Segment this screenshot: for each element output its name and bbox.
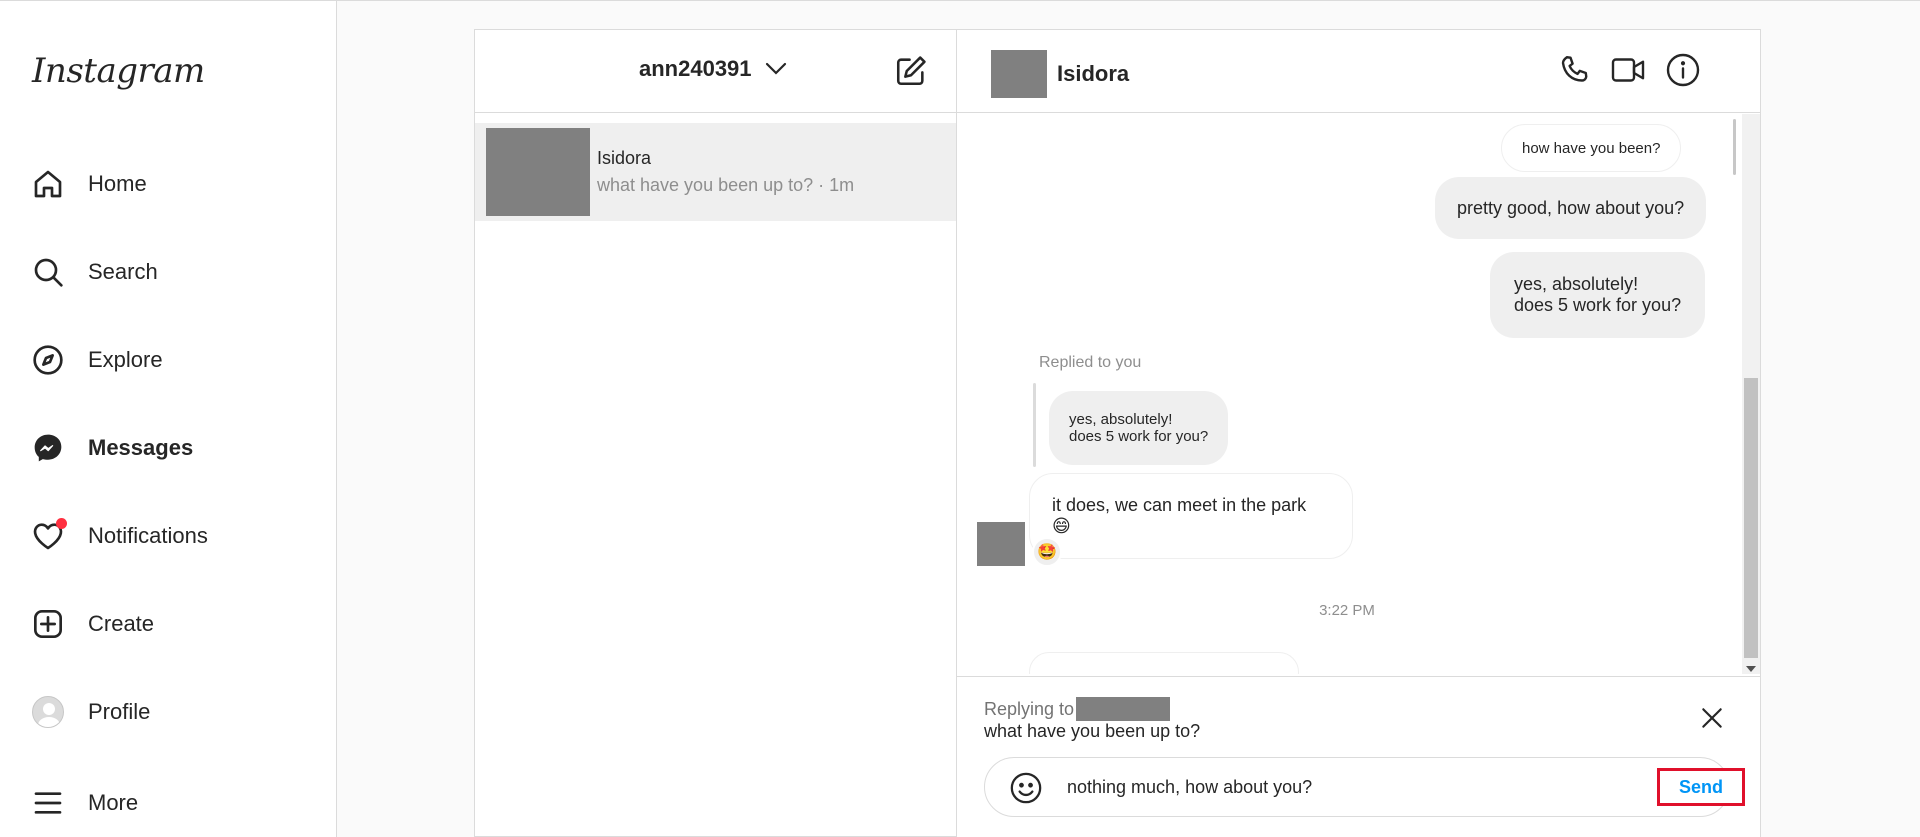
nav-messages-label: Messages — [88, 435, 194, 460]
nav-more[interactable]: More — [30, 775, 320, 831]
thread-preview: what have you been up to? · 1m — [597, 175, 855, 195]
thread-name: Isidora — [597, 148, 652, 168]
message-reaction[interactable]: 🤩 — [1032, 537, 1062, 567]
nav-profile[interactable]: Profile — [30, 684, 320, 740]
message-bubble-partial — [1029, 652, 1299, 674]
nav-profile-label: Profile — [88, 699, 151, 724]
reply-quote-bar — [1033, 383, 1036, 467]
thread-item[interactable]: Isidora what have you been up to? · 1m — [475, 123, 956, 221]
message-emoji: 😄 — [1052, 516, 1071, 536]
heart-icon — [30, 518, 67, 554]
message-line: yes, absolutely! — [1514, 274, 1639, 294]
thread-avatar — [486, 128, 590, 216]
cancel-reply-button[interactable] — [1699, 705, 1725, 736]
account-switcher[interactable]: ann240391 — [639, 56, 788, 82]
scrollbar[interactable] — [1742, 114, 1760, 674]
message-bubble-outgoing[interactable]: pretty good, how about you? — [1435, 177, 1707, 239]
nav-explore-label: Explore — [88, 347, 163, 372]
nav-create-label: Create — [88, 611, 155, 636]
home-icon — [30, 166, 66, 202]
nav-search[interactable]: Search — [30, 244, 320, 300]
nav-explore[interactable]: Explore — [30, 332, 320, 388]
quoted-line: yes, absolutely! — [1069, 411, 1173, 428]
replying-to-message: what have you been up to? — [984, 721, 1201, 741]
message-text: pretty good, how about you? — [1457, 197, 1685, 218]
conversation-info-button[interactable] — [1665, 52, 1701, 93]
emoji-picker-button[interactable] — [1009, 771, 1043, 810]
message-timestamp: 3:22 PM — [1319, 602, 1375, 619]
close-icon — [1702, 708, 1722, 728]
message-list[interactable]: how have you been? pretty good, how abou… — [957, 114, 1760, 674]
quoted-message[interactable]: yes, absolutely! does 5 work for you? — [1049, 391, 1229, 465]
audio-call-button[interactable] — [1557, 52, 1593, 93]
message-input-wrapper: Send — [984, 757, 1745, 817]
message-text: it does, we can meet in the park — [1052, 495, 1307, 515]
message-text: how have you been? — [1522, 139, 1661, 157]
replying-to-label: Replying to — [984, 698, 1075, 719]
nav-more-label: More — [88, 790, 139, 815]
phone-icon — [1561, 56, 1588, 82]
nav-notifications[interactable]: Notifications — [30, 508, 320, 564]
inner-scroll-indicator — [1733, 119, 1736, 175]
avatar — [32, 696, 64, 728]
search-icon — [30, 254, 66, 290]
emoji-icon — [1010, 772, 1042, 804]
new-message-button[interactable] — [894, 54, 928, 93]
messenger-icon — [30, 430, 66, 466]
message-composer: Replying to what have you been up to? Se… — [957, 676, 1760, 837]
scroll-down-arrow-icon[interactable] — [1746, 666, 1756, 672]
instagram-logo[interactable]: Instagram — [32, 51, 205, 91]
nav-search-label: Search — [88, 259, 158, 284]
chevron-down-icon — [765, 62, 786, 75]
account-username: ann240391 — [639, 56, 752, 81]
sender-avatar[interactable] — [977, 522, 1025, 566]
video-camera-icon — [1611, 58, 1645, 82]
notification-badge — [56, 518, 67, 529]
chat-avatar[interactable] — [991, 50, 1047, 98]
chat-header: Isidora — [957, 30, 1760, 113]
message-bubble-incoming[interactable]: how have you been? — [1501, 124, 1682, 172]
explore-compass-icon — [30, 342, 66, 378]
nav-home-label: Home — [88, 171, 147, 196]
message-input[interactable] — [1067, 772, 1627, 802]
messages-panel: ann240391 Isidora what have you been up … — [474, 29, 1761, 837]
compose-icon — [896, 56, 926, 86]
plus-square-icon — [30, 606, 66, 642]
message-bubble-outgoing[interactable]: yes, absolutely! does 5 work for you? — [1490, 252, 1706, 338]
video-call-button[interactable] — [1610, 52, 1646, 93]
inbox-header: ann240391 — [475, 30, 956, 113]
message-line: does 5 work for you? — [1514, 295, 1682, 315]
inbox-column: ann240391 Isidora what have you been up … — [475, 30, 957, 837]
redacted-username — [1076, 697, 1171, 721]
chat-title[interactable]: Isidora — [1057, 61, 1129, 87]
nav-create[interactable]: Create — [30, 596, 320, 652]
replied-to-label: Replied to you — [1039, 354, 1142, 371]
scrollbar-thumb[interactable] — [1744, 378, 1758, 658]
nav-home[interactable]: Home — [30, 156, 320, 212]
quoted-line: does 5 work for you? — [1069, 428, 1209, 445]
nav-notifications-label: Notifications — [88, 523, 208, 548]
message-bubble-incoming[interactable]: it does, we can meet in the park 😄 — [1029, 473, 1353, 559]
sidebar: Instagram Home Search Explore Messages N… — [0, 1, 337, 837]
nav-messages[interactable]: Messages — [30, 420, 320, 476]
conversation-column: Isidora how have you been? pretty good, … — [957, 30, 1760, 837]
send-button[interactable]: Send — [1657, 768, 1745, 806]
menu-icon — [30, 785, 66, 821]
info-icon — [1666, 53, 1700, 87]
